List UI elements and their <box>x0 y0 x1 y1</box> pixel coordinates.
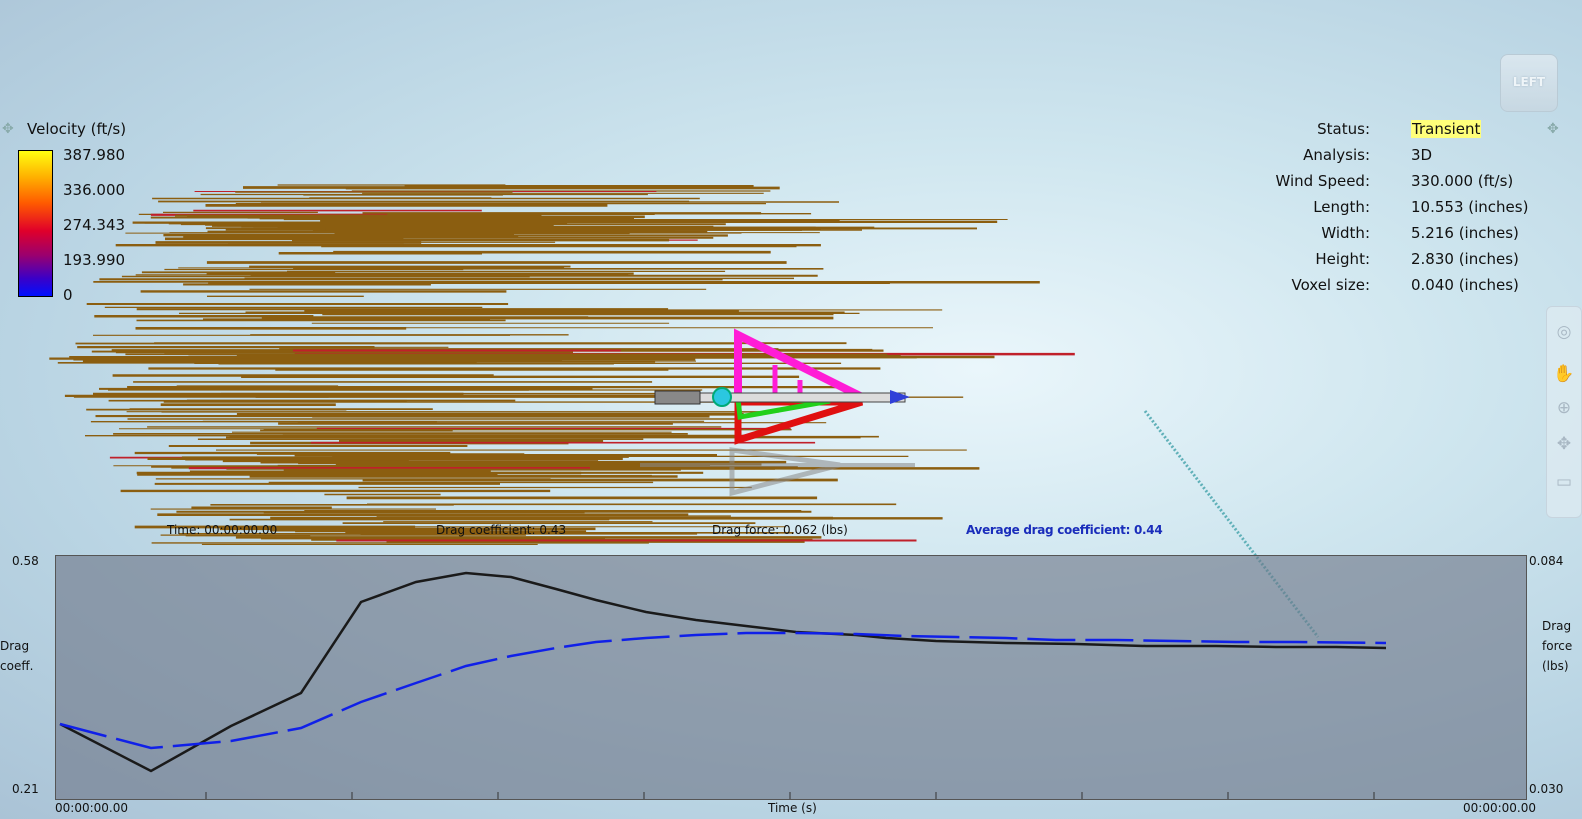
info-label: Analysis: <box>1303 146 1370 164</box>
cube-move-icon[interactable]: ✥ <box>1547 121 1559 137</box>
right-axis-label-2: force <box>1542 639 1573 653</box>
zoom-icon[interactable]: ⊕ <box>1553 397 1575 419</box>
info-label: Height: <box>1315 250 1370 268</box>
navigation-toolbar: ◎ ✋ ⊕ ✥ ▭ <box>1546 306 1582 518</box>
legend-value-max: 387.980 <box>63 146 126 164</box>
drag-coeff-line <box>59 571 1387 773</box>
x-axis-end: 00:00:00.00 <box>1463 801 1536 815</box>
status-badge: Transient <box>1411 120 1482 138</box>
info-value: 0.040 (inches) <box>1411 276 1519 294</box>
legend-value-min: 0 <box>63 286 73 304</box>
legend-title: Velocity (ft/s) <box>27 120 127 138</box>
left-axis-label-1: Drag <box>0 639 30 653</box>
info-value: 3D <box>1411 146 1433 164</box>
left-axis-min: 0.21 <box>12 782 39 796</box>
right-axis-label-1: Drag <box>1542 619 1572 633</box>
info-label: Status: <box>1317 120 1370 138</box>
x-axis-start: 00:00:00.00 <box>55 801 128 815</box>
info-label: Voxel size: <box>1291 276 1370 294</box>
plot-lines <box>59 571 1387 799</box>
pan-hand-icon[interactable]: ✋ <box>1553 363 1575 385</box>
info-label: Width: <box>1321 224 1370 242</box>
x-axis-label: Time (s) <box>768 801 817 815</box>
legend-value-2: 336.000 <box>63 181 126 199</box>
info-label: Wind Speed: <box>1275 172 1370 190</box>
rotate-icon[interactable]: ◎ <box>1553 321 1575 343</box>
info-value: 2.830 (inches) <box>1411 250 1519 268</box>
legend-move-icon[interactable]: ✥ <box>2 121 14 137</box>
window-icon[interactable]: ▭ <box>1553 471 1575 493</box>
drag-coefficient-readout: Drag coefficient: 0.43 <box>436 523 567 537</box>
view-cube[interactable]: LEFT <box>1500 54 1558 112</box>
time-readout: Time: 00:00:00.00 <box>167 523 278 537</box>
info-label: Length: <box>1313 198 1370 216</box>
x-ticks <box>205 792 1375 799</box>
view-cube-face-label: LEFT <box>1512 75 1546 89</box>
right-axis-min: 0.030 <box>1529 782 1564 796</box>
velocity-color-scale <box>18 150 53 297</box>
legend-value-4: 193.990 <box>63 251 126 269</box>
drag-plot[interactable] <box>55 555 1527 800</box>
info-value: 10.553 (inches) <box>1411 198 1529 216</box>
info-value: 330.000 (ft/s) <box>1411 172 1514 190</box>
average-drag-readout: Average drag coefficient: 0.44 <box>966 523 1163 537</box>
right-axis-max: 0.084 <box>1529 554 1564 568</box>
info-value: 5.216 (inches) <box>1411 224 1519 242</box>
right-axis-label-3: (lbs) <box>1542 659 1569 673</box>
model-shadow <box>640 447 915 497</box>
orbit-icon[interactable]: ✥ <box>1553 433 1575 455</box>
left-axis-label-2: coeff. <box>0 659 34 673</box>
arrow-model[interactable] <box>640 325 940 505</box>
drag-force-readout: Drag force: 0.062 (lbs) <box>712 523 848 537</box>
legend-value-3: 274.343 <box>63 216 126 234</box>
left-axis-max: 0.58 <box>12 554 39 568</box>
drag-force-line <box>59 631 1387 750</box>
